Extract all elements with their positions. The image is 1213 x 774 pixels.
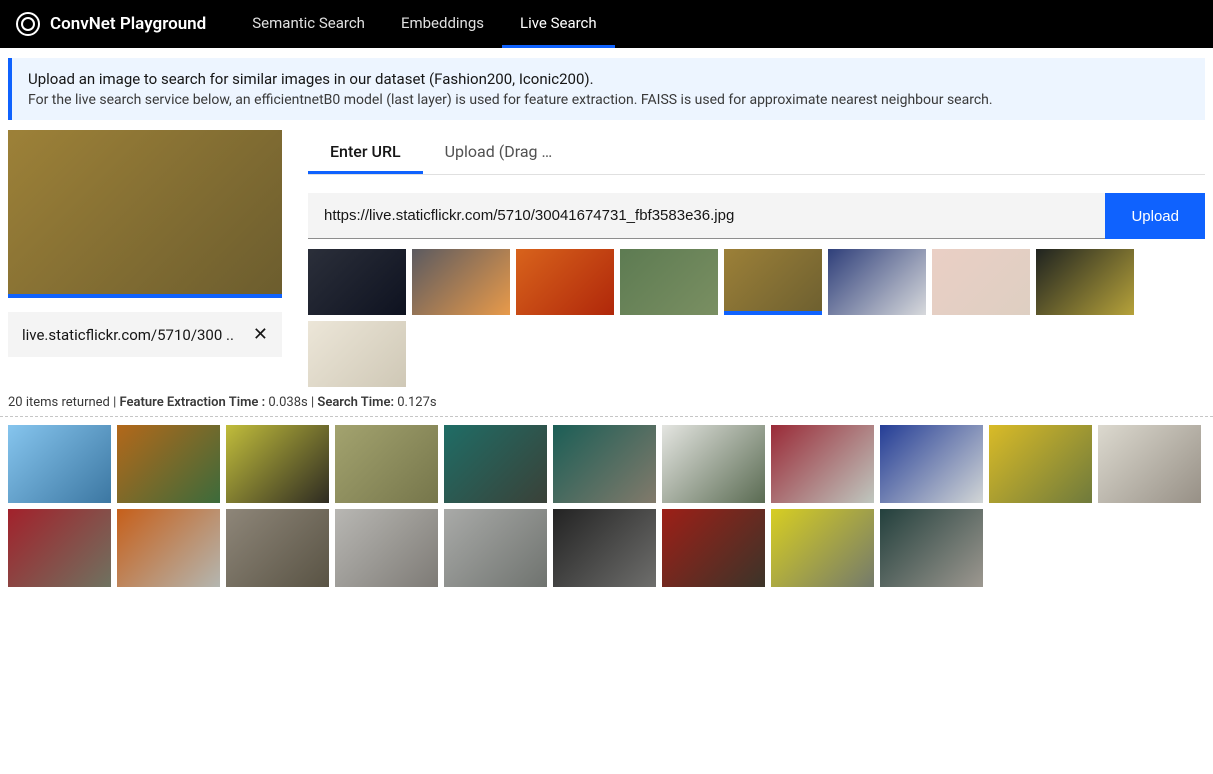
query-image[interactable] (8, 130, 282, 298)
nav-item-live-search[interactable]: Live Search (502, 0, 615, 48)
result-yellow-beetle-grass[interactable] (989, 425, 1092, 503)
sample-stonehenge[interactable] (412, 249, 510, 315)
info-banner: Upload an image to search for similar im… (8, 58, 1205, 120)
result-white-beetle[interactable] (1098, 425, 1201, 503)
results-grid (0, 417, 1213, 595)
result-white-pickup[interactable] (662, 425, 765, 503)
items-returned: 20 items returned (8, 395, 110, 410)
sample-eiffel-tower[interactable] (308, 249, 406, 315)
nav-item-semantic-search[interactable]: Semantic Search (234, 0, 383, 48)
input-tabs: Enter URLUpload (Drag n Dr... (308, 130, 1205, 175)
sample-images (308, 249, 1205, 387)
sample-blue-dress[interactable] (828, 249, 926, 315)
sample-black-sneakers[interactable] (1036, 249, 1134, 315)
brand-title: ConvNet Playground (50, 14, 206, 34)
result-black-car[interactable] (553, 509, 656, 587)
result-teal-beetle-1[interactable] (444, 425, 547, 503)
sample-vintage-car[interactable] (724, 249, 822, 315)
result-orange-beetle-road[interactable] (117, 509, 220, 587)
url-input[interactable] (308, 193, 1105, 239)
sample-grey-shoes[interactable] (308, 321, 406, 387)
url-chip: live.staticflickr.com/5710/300 .. ✕ (8, 312, 282, 357)
input-column: Enter URLUpload (Drag n Dr... Upload (308, 130, 1205, 387)
query-column: live.staticflickr.com/5710/300 .. ✕ (8, 130, 284, 387)
result-silver-sedan[interactable] (335, 509, 438, 587)
nav-item-embeddings[interactable]: Embeddings (383, 0, 502, 48)
extract-time: 0.038s (268, 395, 307, 410)
result-blue-pickup-city[interactable] (8, 425, 111, 503)
result-orange-beetle-park[interactable] (117, 425, 220, 503)
sample-red-car-road[interactable] (620, 249, 718, 315)
stats-line: 20 items returned | Feature Extraction T… (0, 387, 1213, 417)
result-red-beetle-street[interactable] (8, 509, 111, 587)
tab-upload-drag[interactable]: Upload (Drag n Dr... (423, 130, 583, 174)
result-red-pickup-house[interactable] (662, 509, 765, 587)
result-teal-beetle-2[interactable] (553, 425, 656, 503)
result-tan-beetle-field[interactable] (335, 425, 438, 503)
upload-button[interactable]: Upload (1105, 193, 1205, 239)
search-label: Search Time: (317, 395, 394, 410)
close-icon[interactable]: ✕ (253, 324, 268, 345)
result-yellow-beetle-lot[interactable] (771, 509, 874, 587)
sample-pink-flats[interactable] (932, 249, 1030, 315)
banner-line2: For the live search service below, an ef… (28, 92, 1189, 108)
url-row: Upload (308, 193, 1205, 239)
result-silver-pickup[interactable] (444, 509, 547, 587)
nav-items: Semantic SearchEmbeddingsLive Search (234, 0, 614, 48)
result-grey-beetle-cobble[interactable] (226, 509, 329, 587)
result-yellow-beetle-show[interactable] (226, 425, 329, 503)
result-red-beetle[interactable] (771, 425, 874, 503)
top-nav: ConvNet Playground Semantic SearchEmbedd… (0, 0, 1213, 48)
main-layout: live.staticflickr.com/5710/300 .. ✕ Ente… (0, 130, 1213, 387)
result-dark-teal-beetle[interactable] (880, 509, 983, 587)
search-time: 0.127s (397, 395, 436, 410)
extract-label: Feature Extraction Time : (120, 395, 266, 410)
url-chip-text: live.staticflickr.com/5710/300 .. (22, 326, 234, 344)
result-blue-white-beetle[interactable] (880, 425, 983, 503)
banner-line1: Upload an image to search for similar im… (28, 70, 1189, 88)
sample-orange-slices[interactable] (516, 249, 614, 315)
tab-enter-url[interactable]: Enter URL (308, 130, 423, 174)
brand[interactable]: ConvNet Playground (10, 12, 220, 36)
brand-logo-icon (16, 12, 40, 36)
